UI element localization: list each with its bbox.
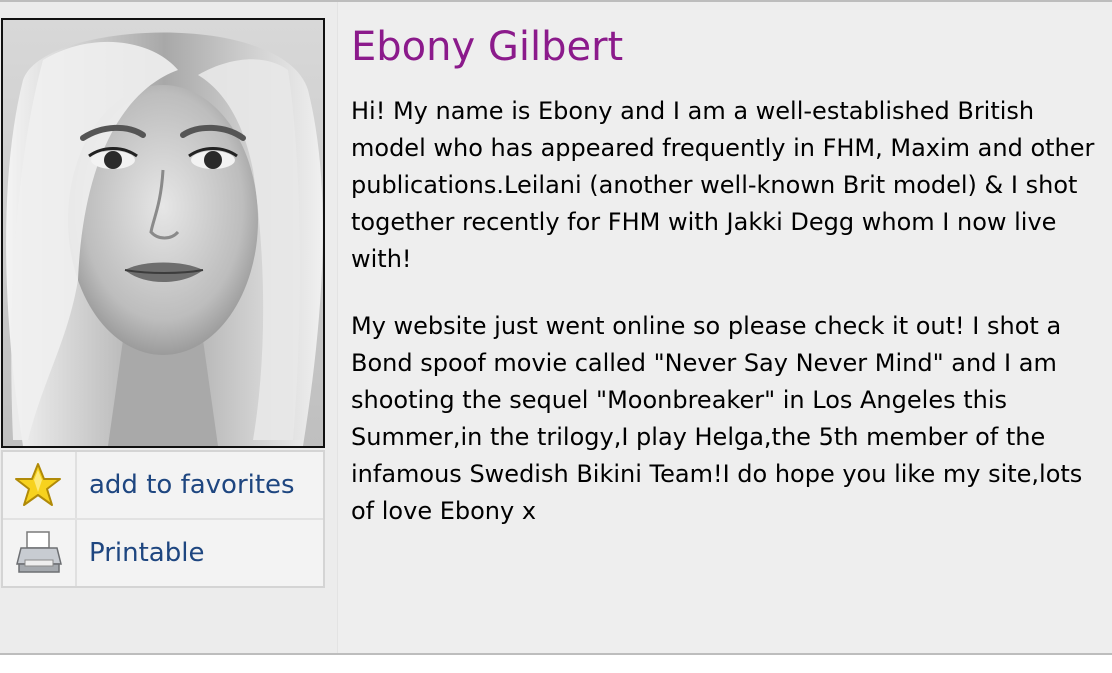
profile-actions: add to favorites Printable	[1, 450, 325, 588]
printer-icon[interactable]	[3, 520, 77, 586]
favorites-row[interactable]: add to favorites	[3, 452, 323, 520]
bio-paragraph: Hi! My name is Ebony and I am a well-est…	[351, 97, 1095, 273]
printable-row[interactable]: Printable	[3, 520, 323, 586]
profile-sidebar: add to favorites Printable	[0, 2, 338, 653]
bio-paragraph: My website just went online so please ch…	[351, 312, 1083, 525]
star-icon[interactable]	[3, 452, 77, 518]
profile-panel: add to favorites Printable Ebony Gilbert…	[0, 0, 1112, 655]
add-to-favorites-link[interactable]: add to favorites	[89, 470, 295, 500]
printable-link[interactable]: Printable	[89, 538, 204, 568]
profile-name: Ebony Gilbert	[351, 24, 624, 70]
profile-photo	[1, 18, 325, 448]
